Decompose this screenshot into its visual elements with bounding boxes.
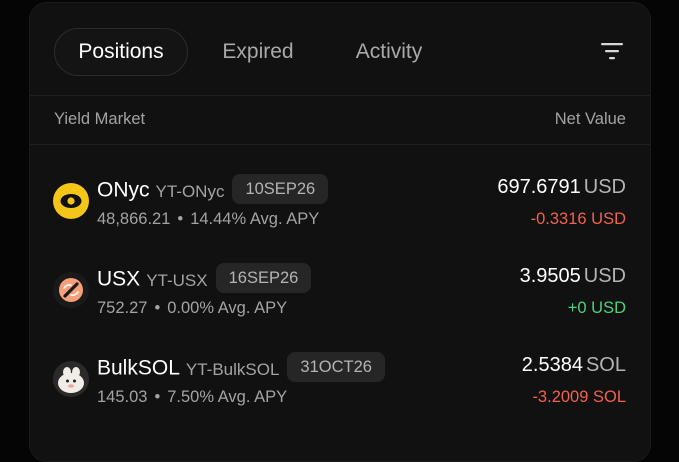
tab-expired[interactable]: Expired xyxy=(188,28,328,76)
net-value: 2.5384 SOL xyxy=(522,354,626,377)
avg-apy: 14.44% Avg. APY xyxy=(190,210,320,228)
asset-name: BulkSOL xyxy=(97,356,180,380)
net-value: 697.6791 USD xyxy=(497,176,626,199)
value-change: -0.3316 USD xyxy=(530,210,626,228)
column-header-yield-market: Yield Market xyxy=(54,109,146,128)
separator-dot: • xyxy=(154,299,161,317)
position-amount: 145.03 xyxy=(97,388,148,406)
value-change: -3.2009 SOL xyxy=(532,388,626,406)
net-value-amount: 697.6791 xyxy=(497,176,581,198)
position-stats: 752.27 • 0.00% Avg. APY xyxy=(97,299,287,318)
bulksol-logo-icon xyxy=(52,360,90,398)
yt-ticker: YT-BulkSOL xyxy=(185,359,280,379)
yt-ticker: YT-ONyc xyxy=(155,181,225,201)
divider xyxy=(30,144,650,145)
value-change: +0 USD xyxy=(567,299,626,317)
positions-panel: Positions Expired Activity Yield Market … xyxy=(29,2,651,462)
market-name: ONyc YT-ONyc 10SEP26 xyxy=(97,174,329,206)
filter-button[interactable] xyxy=(600,40,624,62)
avg-apy: 0.00% Avg. APY xyxy=(167,299,288,317)
avg-apy: 7.50% Avg. APY xyxy=(167,388,288,406)
market-name: USX YT-USX 16SEP26 xyxy=(97,263,312,295)
asset-name: ONyc xyxy=(97,178,150,202)
maturity-badge: 16SEP26 xyxy=(215,263,312,293)
position-stats: 48,866.21 • 14.44% Avg. APY xyxy=(97,210,319,229)
tab-positions[interactable]: Positions xyxy=(54,28,188,76)
market-name: BulkSOL YT-BulkSOL 31OCT26 xyxy=(97,352,385,384)
net-value-unit: SOL xyxy=(585,354,626,376)
net-value-amount: 2.5384 xyxy=(521,354,583,376)
tab-activity[interactable]: Activity xyxy=(328,28,450,76)
net-value-unit: USD xyxy=(583,265,626,287)
net-value-unit: USD xyxy=(583,176,626,198)
position-amount: 752.27 xyxy=(97,299,148,317)
yt-ticker: YT-USX xyxy=(146,270,208,290)
position-row-usx[interactable]: USX YT-USX 16SEP26 752.27 • 0.00% Avg. APY 3… xyxy=(52,257,626,321)
position-row-bulksol[interactable]: BulkSOL YT-BulkSOL 31OCT26 145.03 • 7.50% Av… xyxy=(52,346,626,410)
separator-dot: • xyxy=(177,210,184,228)
column-header-net-value: Net Value xyxy=(554,109,626,128)
separator-dot: • xyxy=(154,388,161,406)
divider xyxy=(30,95,650,96)
table-header: Yield Market Net Value xyxy=(54,107,626,131)
onyc-logo-icon xyxy=(52,182,90,220)
position-row-onyc[interactable]: ONyc YT-ONyc 10SEP26 48,866.21 • 14.44% Avg.… xyxy=(52,168,626,232)
maturity-badge: 31OCT26 xyxy=(287,352,385,382)
net-value-amount: 3.9505 xyxy=(519,265,581,287)
asset-name: USX xyxy=(97,267,141,291)
position-stats: 145.03 • 7.50% Avg. APY xyxy=(97,388,287,407)
position-amount: 48,866.21 xyxy=(97,210,171,228)
filter-icon xyxy=(601,43,623,60)
tab-bar: Positions Expired Activity xyxy=(54,27,450,77)
maturity-badge: 10SEP26 xyxy=(232,174,329,204)
net-value: 3.9505 USD xyxy=(520,265,626,288)
usx-logo-icon xyxy=(52,271,90,309)
